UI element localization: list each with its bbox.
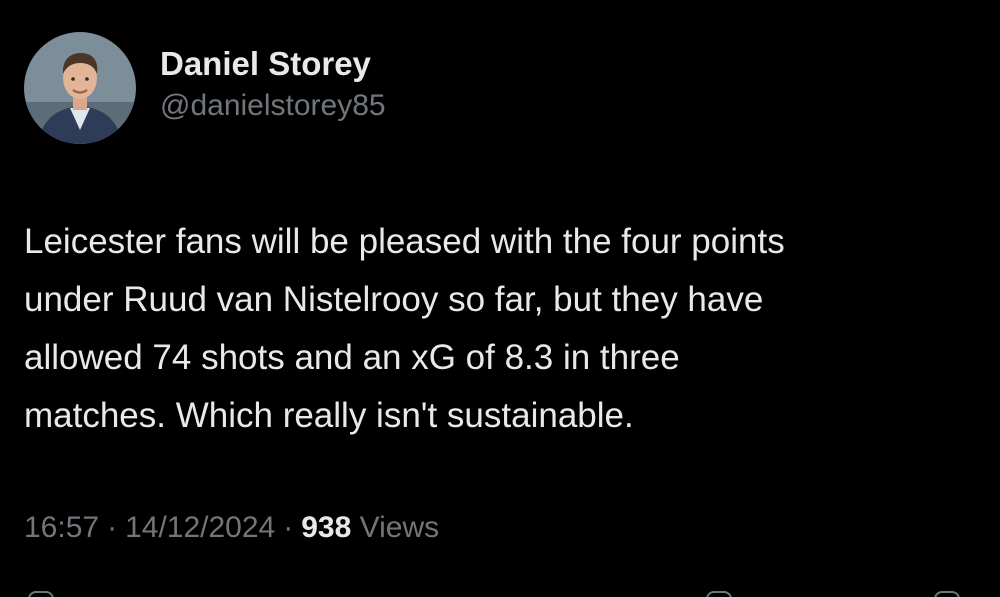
tweet-date[interactable]: 14/12/2024 [125, 511, 275, 544]
bookmark-icon[interactable] [706, 591, 732, 597]
tweet-card: Daniel Storey @danielstorey85 Leicester … [0, 0, 1000, 597]
author-display-name[interactable]: Daniel Storey [160, 44, 386, 84]
meta-separator: · [283, 511, 294, 544]
share-icon[interactable] [934, 591, 960, 597]
views-label[interactable]: Views [360, 511, 439, 544]
tweet-time[interactable]: 16:57 [24, 511, 99, 544]
tweet-text: Leicester fans will be pleased with the … [24, 222, 785, 435]
tweet-meta: 16:57 · 14/12/2024 · 938 Views [24, 508, 439, 548]
meta-separator: · [107, 511, 118, 544]
action-bar [0, 585, 1000, 597]
author-handle[interactable]: @danielstorey85 [160, 86, 386, 126]
avatar[interactable] [24, 32, 136, 144]
views-count[interactable]: 938 [301, 511, 351, 544]
profile-photo-icon [24, 32, 136, 144]
tweet-header: Daniel Storey @danielstorey85 [24, 32, 386, 144]
reply-icon[interactable] [28, 591, 54, 597]
author-names: Daniel Storey @danielstorey85 [160, 44, 386, 126]
